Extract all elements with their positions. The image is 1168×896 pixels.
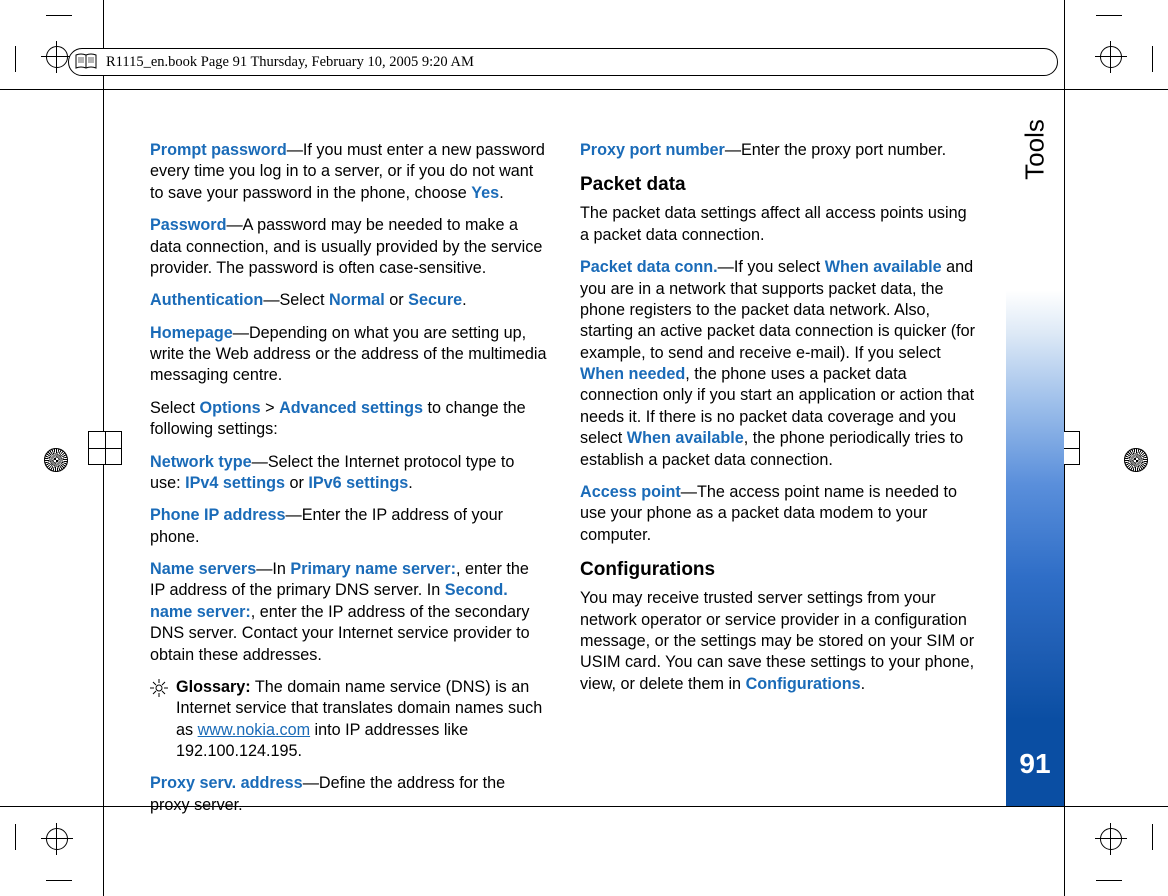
para-network-type: Network type—Select the Internet protoco… [150, 452, 548, 495]
term-packet-data-conn: Packet data conn. [580, 258, 718, 276]
para-proxy-port: Proxy port number—Enter the proxy port n… [580, 140, 978, 161]
option-when-available-2: When available [627, 429, 744, 447]
glossary-link: www.nokia.com [198, 721, 310, 739]
glossary-icon [150, 679, 168, 697]
registration-mark-icon [1100, 828, 1122, 850]
side-tab-background [1006, 90, 1064, 806]
content-area: Prompt password—If you must enter a new … [150, 140, 978, 776]
crop-mark [46, 880, 72, 881]
crop-mark [15, 46, 16, 72]
para-password: Password—A password may be needed to mak… [150, 215, 548, 279]
option-secure: Secure [408, 291, 462, 309]
para-prompt-password: Prompt password—If you must enter a new … [150, 140, 548, 204]
option-when-needed: When needed [580, 365, 685, 383]
header-strip: R1115_en.book Page 91 Thursday, February… [68, 48, 1058, 76]
option-configurations: Configurations [746, 675, 861, 693]
crop-mark [15, 824, 16, 850]
para-authentication: Authentication—Select Normal or Secure. [150, 290, 548, 311]
option-ipv4: IPv4 settings [185, 474, 285, 492]
menu-advanced-settings: Advanced settings [279, 399, 423, 417]
book-icon [74, 53, 98, 71]
option-yes: Yes [471, 184, 499, 202]
para-name-servers: Name servers—In Primary name server:, en… [150, 559, 548, 666]
column-left: Prompt password—If you must enter a new … [150, 140, 548, 776]
para-advanced-settings: Select Options > Advanced settings to ch… [150, 398, 548, 441]
registration-mark-icon [46, 46, 68, 68]
option-normal: Normal [329, 291, 385, 309]
term-prompt-password: Prompt password [150, 141, 287, 159]
para-phone-ip: Phone IP address—Enter the IP address of… [150, 505, 548, 548]
heading-configurations: Configurations [580, 557, 978, 582]
column-right: Proxy port number—Enter the proxy port n… [580, 140, 978, 776]
registration-mark-icon [1100, 46, 1122, 68]
term-access-point: Access point [580, 483, 681, 501]
header-text: R1115_en.book Page 91 Thursday, February… [106, 54, 474, 71]
registration-cross-icon [88, 431, 122, 465]
crop-mark [1152, 824, 1153, 850]
term-password: Password [150, 216, 226, 234]
option-ipv6: IPv6 settings [308, 474, 408, 492]
para-homepage: Homepage—Depending on what you are setti… [150, 323, 548, 387]
para-configurations: You may receive trusted server settings … [580, 588, 978, 695]
term-name-servers: Name servers [150, 560, 256, 578]
crop-mark [1152, 46, 1153, 72]
glossary-note: Glossary: The domain name service (DNS) … [150, 677, 548, 763]
crop-mark [46, 15, 72, 16]
heading-packet-data: Packet data [580, 172, 978, 197]
term-proxy-address: Proxy serv. address [150, 774, 303, 792]
crop-mark [1096, 15, 1122, 16]
term-phone-ip: Phone IP address [150, 506, 286, 524]
para-access-point: Access point—The access point name is ne… [580, 482, 978, 546]
para-proxy-address: Proxy serv. address—Define the address f… [150, 773, 548, 816]
term-network-type: Network type [150, 453, 252, 471]
term-primary-name-server: Primary name server: [290, 560, 456, 578]
term-proxy-port: Proxy port number [580, 141, 725, 159]
crop-line-top [0, 89, 1168, 90]
crop-mark [1096, 880, 1122, 881]
menu-options: Options [200, 399, 261, 417]
term-authentication: Authentication [150, 291, 263, 309]
registration-mark-icon [46, 828, 68, 850]
para-packet-data-conn: Packet data conn.—If you select When ava… [580, 257, 978, 471]
para-packet-data-intro: The packet data settings affect all acce… [580, 203, 978, 246]
glossary-label: Glossary: [176, 678, 251, 696]
term-homepage: Homepage [150, 324, 233, 342]
option-when-available: When available [825, 258, 942, 276]
